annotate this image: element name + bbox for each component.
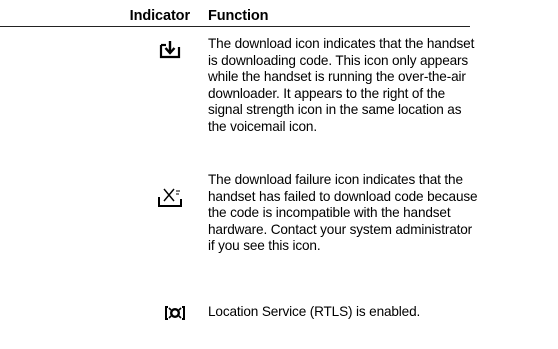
download-failure-icon	[156, 186, 186, 210]
location-service-icon	[164, 304, 194, 328]
function-column-header: Function	[208, 8, 269, 24]
row-description: The download failure icon indicates that…	[208, 172, 478, 254]
table-header-row: Indicator Function	[0, 0, 558, 28]
download-icon	[158, 38, 188, 62]
row-description: Location Service (RTLS) is enabled.	[208, 304, 421, 319]
table-row: The download icon indicates that the han…	[0, 36, 558, 156]
header-divider	[0, 26, 470, 27]
indicator-column-header: Indicator	[129, 8, 190, 24]
table-row: Location Service (RTLS) is enabled.	[0, 304, 558, 328]
table-row: The download failure icon indicates that…	[0, 172, 558, 276]
row-description: The download icon indicates that the han…	[208, 36, 475, 134]
indicator-table: Indicator Function The download icon ind…	[0, 0, 558, 349]
